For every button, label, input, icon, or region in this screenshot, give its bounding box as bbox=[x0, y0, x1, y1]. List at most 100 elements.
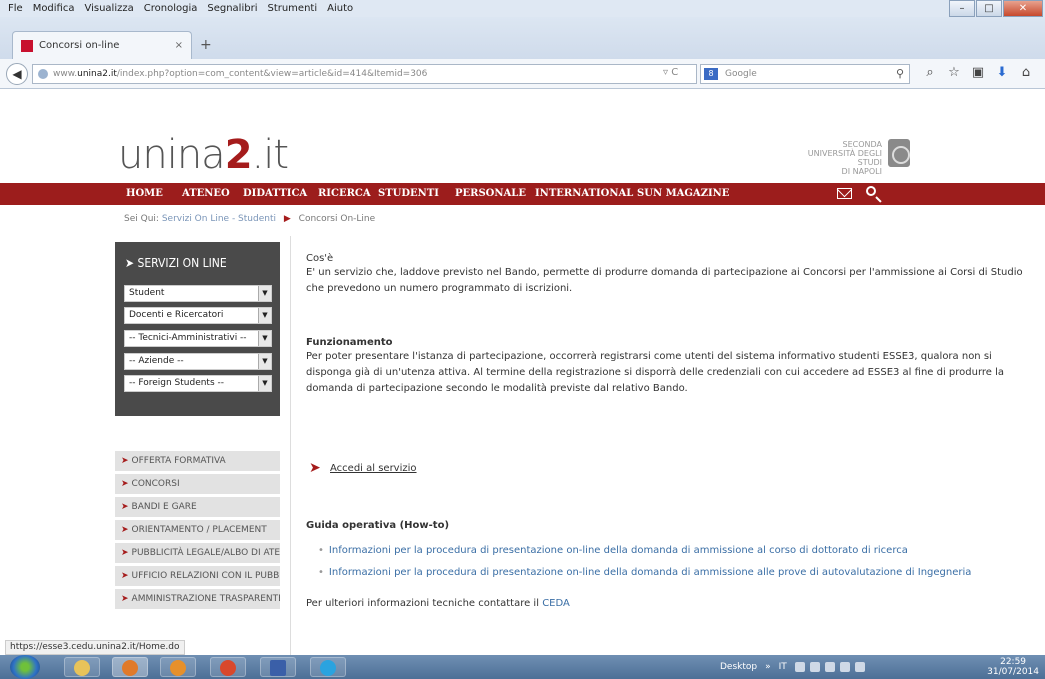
funzionamento-text-3: domanda di partecipazione secondo le mod… bbox=[306, 383, 688, 394]
explorer-taskbar-icon[interactable] bbox=[64, 657, 100, 677]
guida-link-ingegneria[interactable]: • Informazioni per la procedura di presen… bbox=[318, 567, 971, 578]
tray-icon[interactable] bbox=[824, 662, 835, 672]
sidebar-trasparenza[interactable]: ➤ AMMINISTRAZIONE TRASPARENTE bbox=[115, 589, 280, 610]
sidebar-concorsi[interactable]: ➤ CONCORSI bbox=[115, 474, 280, 495]
site-search-icon[interactable] bbox=[866, 186, 876, 196]
nav-studenti[interactable]: STUDENTI bbox=[378, 183, 439, 205]
select-student[interactable]: Student ▼ bbox=[124, 285, 272, 302]
browser-menubar: Fle Modifica Visualizza Cronologia Segna… bbox=[0, 0, 1045, 17]
tray-icon[interactable] bbox=[809, 662, 820, 672]
nav-international[interactable]: INTERNATIONAL bbox=[535, 183, 633, 205]
clipboard-icon[interactable]: ▣ bbox=[966, 65, 990, 80]
chevron-down-icon: ▼ bbox=[258, 308, 271, 323]
tab-title: Concorsi on-line bbox=[39, 40, 120, 51]
arrow-right-icon: ➤ bbox=[309, 460, 321, 476]
search-input[interactable]: 8 Google ⚲ bbox=[700, 64, 910, 84]
globe-icon bbox=[38, 69, 48, 79]
main-navigation: HOME ATENEO DIDATTICA RICERCA STUDENTI P… bbox=[0, 183, 1045, 205]
nav-personale[interactable]: PERSONALE bbox=[455, 183, 526, 205]
reload-icon[interactable]: ▿ C bbox=[663, 67, 678, 78]
toolbar-icons: ⌕ ☆ ▣ ⬇ ⌂ ≡ bbox=[918, 65, 1045, 80]
tray-icon[interactable] bbox=[794, 662, 805, 672]
close-tab-icon[interactable]: × bbox=[175, 40, 183, 51]
funzionamento-text-2: disponga già di un'utenza attiva. Al ter… bbox=[306, 367, 1005, 378]
search-icon[interactable]: ⚲ bbox=[896, 65, 904, 83]
guida-heading: Guida operativa (How-to) bbox=[306, 520, 450, 531]
chevron-down-icon: ▼ bbox=[258, 286, 271, 301]
telegram-taskbar-icon[interactable] bbox=[310, 657, 346, 677]
menu-segnalibri[interactable]: Segnalibri bbox=[207, 3, 257, 14]
sidebar-bandi-gare[interactable]: ➤ BANDI E GARE bbox=[115, 497, 280, 518]
cose-text-2: che prevedono un numero programmato di i… bbox=[306, 283, 573, 294]
menu-file[interactable]: Fle bbox=[8, 3, 23, 14]
funzionamento-text-1: Per poter presentare l'istanza di partec… bbox=[306, 351, 992, 362]
funzionamento-heading: Funzionamento bbox=[306, 337, 393, 348]
servizi-online-panel: ➤ SERVIZI ON LINE Student ▼ Docenti e Ric… bbox=[115, 242, 280, 416]
select-docenti[interactable]: Docenti e Ricercatori ▼ bbox=[124, 307, 272, 324]
cose-text-1: E' un servizio che, laddove previsto nel… bbox=[306, 267, 1023, 278]
address-bar[interactable]: www.unina2.it/index.php?option=com_conte… bbox=[32, 64, 697, 84]
menu-strumenti[interactable]: Strumenti bbox=[267, 3, 317, 14]
close-window-button[interactable]: ✕ bbox=[1003, 0, 1043, 17]
status-url: https://esse3.cedu.unina2.it/Home.do bbox=[5, 640, 185, 655]
bookmark-star-icon[interactable]: ☆ bbox=[942, 65, 966, 80]
mail-icon[interactable] bbox=[837, 188, 852, 199]
search-go-icon[interactable]: ⌕ bbox=[918, 65, 942, 80]
sidebar-pubblicita[interactable]: ➤PUBBLICITÀ LEGALE/ALBO DI ATENEO bbox=[115, 543, 280, 564]
nav-sun-magazine[interactable]: SUN MAGAZINE bbox=[637, 183, 729, 205]
menu-modifica[interactable]: Modifica bbox=[33, 3, 75, 14]
chevron-down-icon: ▼ bbox=[258, 331, 271, 346]
browser-tab[interactable]: Concorsi on-line × bbox=[12, 31, 192, 59]
footer-info: Per ulteriori informazioni tecniche cont… bbox=[306, 598, 570, 609]
maximize-button[interactable]: □ bbox=[976, 0, 1002, 17]
nav-didattica[interactable]: DIDATTICA bbox=[243, 183, 307, 205]
accedi-link[interactable]: Accedi al servizio bbox=[330, 463, 417, 474]
menu-cronologia[interactable]: Cronologia bbox=[144, 3, 198, 14]
nav-home[interactable]: HOME bbox=[126, 183, 163, 205]
column-divider bbox=[290, 236, 291, 661]
select-tecnici[interactable]: -- Tecnici-Amministrativi -- ▼ bbox=[124, 330, 272, 347]
menu-visualizza[interactable]: Visualizza bbox=[84, 3, 133, 14]
menu-icon[interactable]: ≡ bbox=[1038, 65, 1045, 80]
download-icon[interactable]: ⬇ bbox=[990, 65, 1014, 80]
minimize-button[interactable]: – bbox=[949, 0, 975, 17]
media-taskbar-icon[interactable] bbox=[160, 657, 196, 677]
guida-link-dottorato[interactable]: • Informazioni per la procedura di presen… bbox=[318, 545, 908, 556]
system-tray: Desktop » IT bbox=[720, 655, 870, 679]
breadcrumb: Sei Qui: Servizi On Line - Studenti ▶ Co… bbox=[124, 214, 376, 224]
breadcrumb-current: Concorsi On-Line bbox=[298, 214, 376, 224]
select-foreign[interactable]: -- Foreign Students -- ▼ bbox=[124, 375, 272, 392]
clock[interactable]: 22:59 31/07/2014 bbox=[987, 657, 1039, 677]
start-button[interactable] bbox=[10, 655, 40, 679]
chevron-down-icon: ▼ bbox=[258, 376, 271, 391]
breadcrumb-link[interactable]: Servizi On Line - Studenti bbox=[162, 214, 276, 224]
tab-bar: Concorsi on-line × + bbox=[0, 17, 1045, 59]
back-button[interactable]: ◀ bbox=[6, 63, 28, 85]
network-icon[interactable] bbox=[839, 662, 850, 672]
sidebar-orientamento[interactable]: ➤ ORIENTAMENTO / PLACEMENT bbox=[115, 520, 280, 541]
servizi-title: ➤ SERVIZI ON LINE bbox=[125, 256, 227, 270]
language-indicator[interactable]: IT bbox=[779, 662, 787, 672]
menu-aiuto[interactable]: Aiuto bbox=[327, 3, 353, 14]
select-aziende[interactable]: -- Aziende -- ▼ bbox=[124, 353, 272, 370]
cose-heading: Cos'è bbox=[306, 253, 334, 264]
sidebar-offerta-formativa[interactable]: ➤ OFFERTA FORMATIVA bbox=[115, 451, 280, 472]
site-logo[interactable]: unina2.it bbox=[118, 132, 289, 178]
volume-icon[interactable] bbox=[854, 662, 865, 672]
new-tab-button[interactable]: + bbox=[200, 37, 212, 53]
breadcrumb-arrow-icon: ▶ bbox=[283, 214, 291, 224]
home-icon[interactable]: ⌂ bbox=[1014, 65, 1038, 80]
nav-ateneo[interactable]: ATENEO bbox=[182, 183, 230, 205]
favicon-icon bbox=[21, 39, 33, 52]
chrome-taskbar-icon[interactable] bbox=[210, 657, 246, 677]
nav-ricerca[interactable]: RICERCA bbox=[318, 183, 371, 205]
word-taskbar-icon[interactable] bbox=[260, 657, 296, 677]
sidebar-urp[interactable]: ➤UFFICIO RELAZIONI CON IL PUBBLICO bbox=[115, 566, 280, 587]
ceda-link[interactable]: CEDA bbox=[542, 598, 570, 609]
google-icon: 8 bbox=[704, 68, 718, 80]
firefox-taskbar-icon[interactable] bbox=[112, 657, 148, 677]
navigation-bar: ◀ www.unina2.it/index.php?option=com_con… bbox=[0, 59, 1045, 89]
chevron-down-icon: ▼ bbox=[258, 354, 271, 369]
university-name: SECONDA UNIVERSITÀ DEGLI STUDI DI NAPOLI bbox=[807, 140, 882, 176]
desktop-toolbar[interactable]: Desktop bbox=[720, 662, 757, 672]
